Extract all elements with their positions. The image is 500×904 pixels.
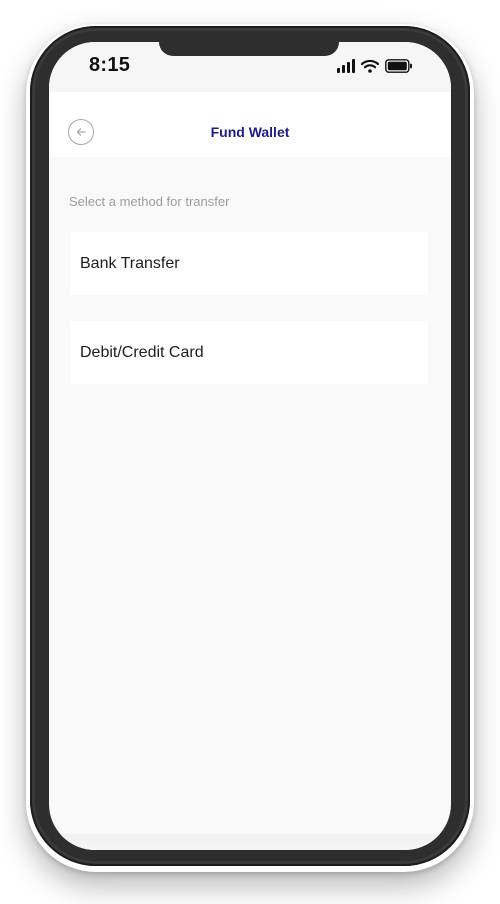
phone-notch [159,42,339,56]
debit-credit-card-option[interactable]: Debit/Credit Card [70,321,428,384]
method-label: Debit/Credit Card [80,343,204,361]
bottom-bar [49,834,451,850]
bank-transfer-option[interactable]: Bank Transfer [70,232,428,295]
method-label: Bank Transfer [80,254,180,272]
device-mockup: 8:15 Fund Wallet Select a method for tra… [0,0,500,904]
page-title: Fund Wallet [210,124,290,140]
wifi-icon [361,59,379,73]
battery-icon [385,59,413,73]
phone-screen: 8:15 Fund Wallet Select a method for tra… [49,42,451,850]
status-time: 8:15 [89,54,131,76]
cellular-signal-icon [337,59,355,73]
app-header: Fund Wallet [49,92,451,157]
status-icons [337,57,413,73]
section-label: Select a method for transfer [69,194,230,209]
